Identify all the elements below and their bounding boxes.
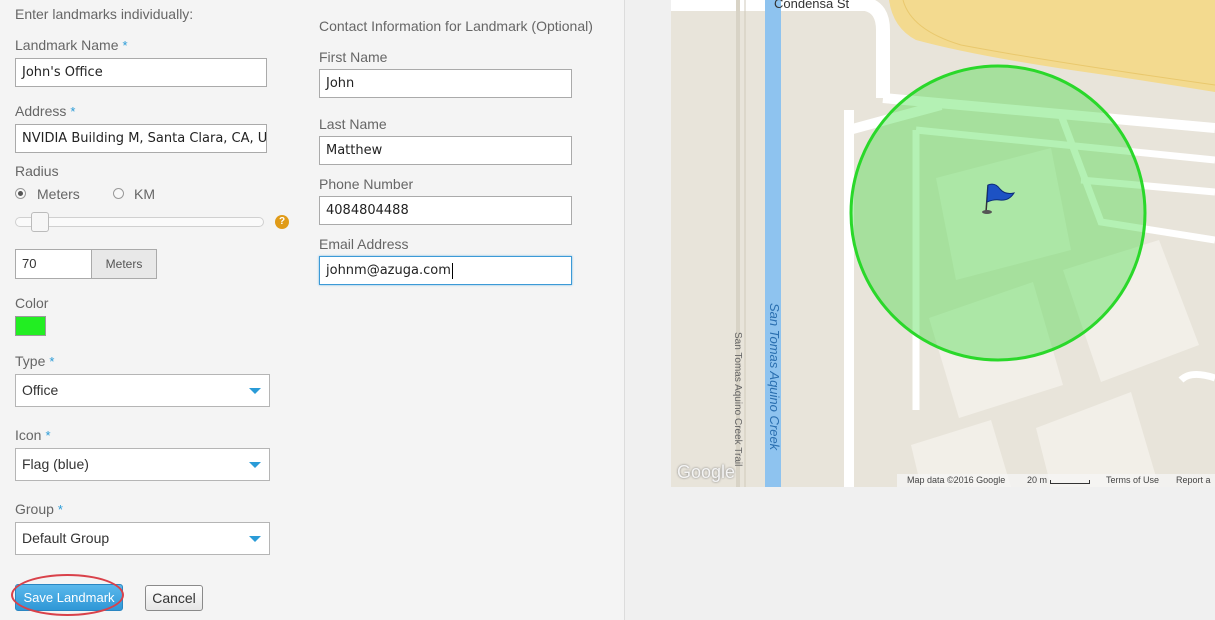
chevron-down-icon <box>249 462 261 468</box>
trail-label: San Tomas Aquino Creek Trail <box>732 332 743 467</box>
required-mark: * <box>45 428 51 443</box>
help-icon[interactable]: ? <box>275 215 289 229</box>
last-name-input[interactable]: Matthew <box>319 136 572 165</box>
terms-link[interactable]: Terms of Use <box>1106 475 1159 485</box>
icon-select-value: Flag (blue) <box>22 456 89 472</box>
chevron-down-icon <box>249 388 261 394</box>
required-mark: * <box>122 38 128 53</box>
radius-slider-track[interactable] <box>15 217 264 227</box>
icon-select[interactable]: Flag (blue) <box>15 448 270 481</box>
radius-label: Radius <box>15 163 59 179</box>
email-value: johnm@azuga.com <box>326 263 451 278</box>
map-footer: Map data ©2016 Google 20 m Terms of Use … <box>897 474 1215 487</box>
email-label: Email Address <box>319 236 409 252</box>
group-select[interactable]: Default Group <box>15 522 270 555</box>
map-data-text: Map data ©2016 Google <box>907 475 1006 485</box>
street-label: Condensa St <box>774 0 850 11</box>
google-logo: Google <box>677 462 736 482</box>
radius-meters-radio[interactable] <box>15 188 26 199</box>
map-view[interactable]: Condensa St San Tomas Aquino Creek San T… <box>671 0 1215 487</box>
type-select[interactable]: Office <box>15 374 270 407</box>
highlight-ring <box>11 574 124 616</box>
map-canvas <box>671 0 1215 487</box>
creek-label: San Tomas Aquino Creek <box>767 303 782 451</box>
phone-label: Phone Number <box>319 176 414 192</box>
landmark-name-input[interactable]: John's Office <box>15 58 267 87</box>
required-mark: * <box>57 502 63 517</box>
scale-bar <box>1050 480 1090 484</box>
color-swatch[interactable] <box>15 316 46 336</box>
color-label: Color <box>15 295 49 311</box>
first-name-label: First Name <box>319 49 388 65</box>
radius-meters-label: Meters <box>37 186 80 202</box>
radius-slider-handle[interactable] <box>31 212 50 232</box>
first-name-input[interactable]: John <box>319 69 572 98</box>
last-name-label: Last Name <box>319 116 387 132</box>
radius-value-input[interactable]: 70 <box>15 249 92 279</box>
radius-km-radio[interactable] <box>113 188 124 199</box>
chevron-down-icon <box>249 536 261 542</box>
type-label: Type * <box>15 353 55 369</box>
address-input[interactable]: NVIDIA Building M, Santa Clara, CA, Un <box>15 124 267 153</box>
group-label: Group * <box>15 501 63 517</box>
radius-unit-addon: Meters <box>92 249 157 279</box>
group-select-value: Default Group <box>22 530 110 546</box>
required-mark: * <box>49 354 55 369</box>
text-caret <box>451 262 453 279</box>
scale-label: 20 m <box>1027 475 1048 485</box>
flag-blue-icon[interactable] <box>981 181 1017 215</box>
required-mark: * <box>70 104 76 119</box>
email-input[interactable]: johnm@azuga.com <box>319 256 572 285</box>
radius-km-label: KM <box>134 186 155 202</box>
section-title-contact: Contact Information for Landmark (Option… <box>319 18 593 34</box>
section-title-landmarks: Enter landmarks individually: <box>15 6 194 22</box>
type-select-value: Office <box>22 382 59 398</box>
icon-label: Icon * <box>15 427 51 443</box>
address-label: Address * <box>15 103 76 119</box>
report-link[interactable]: Report a <box>1176 475 1211 485</box>
landmark-name-label: Landmark Name * <box>15 37 128 53</box>
landmark-form: Enter landmarks individually: Landmark N… <box>0 0 625 620</box>
phone-input[interactable]: 4084804488 <box>319 196 572 225</box>
cancel-button[interactable]: Cancel <box>145 585 203 611</box>
